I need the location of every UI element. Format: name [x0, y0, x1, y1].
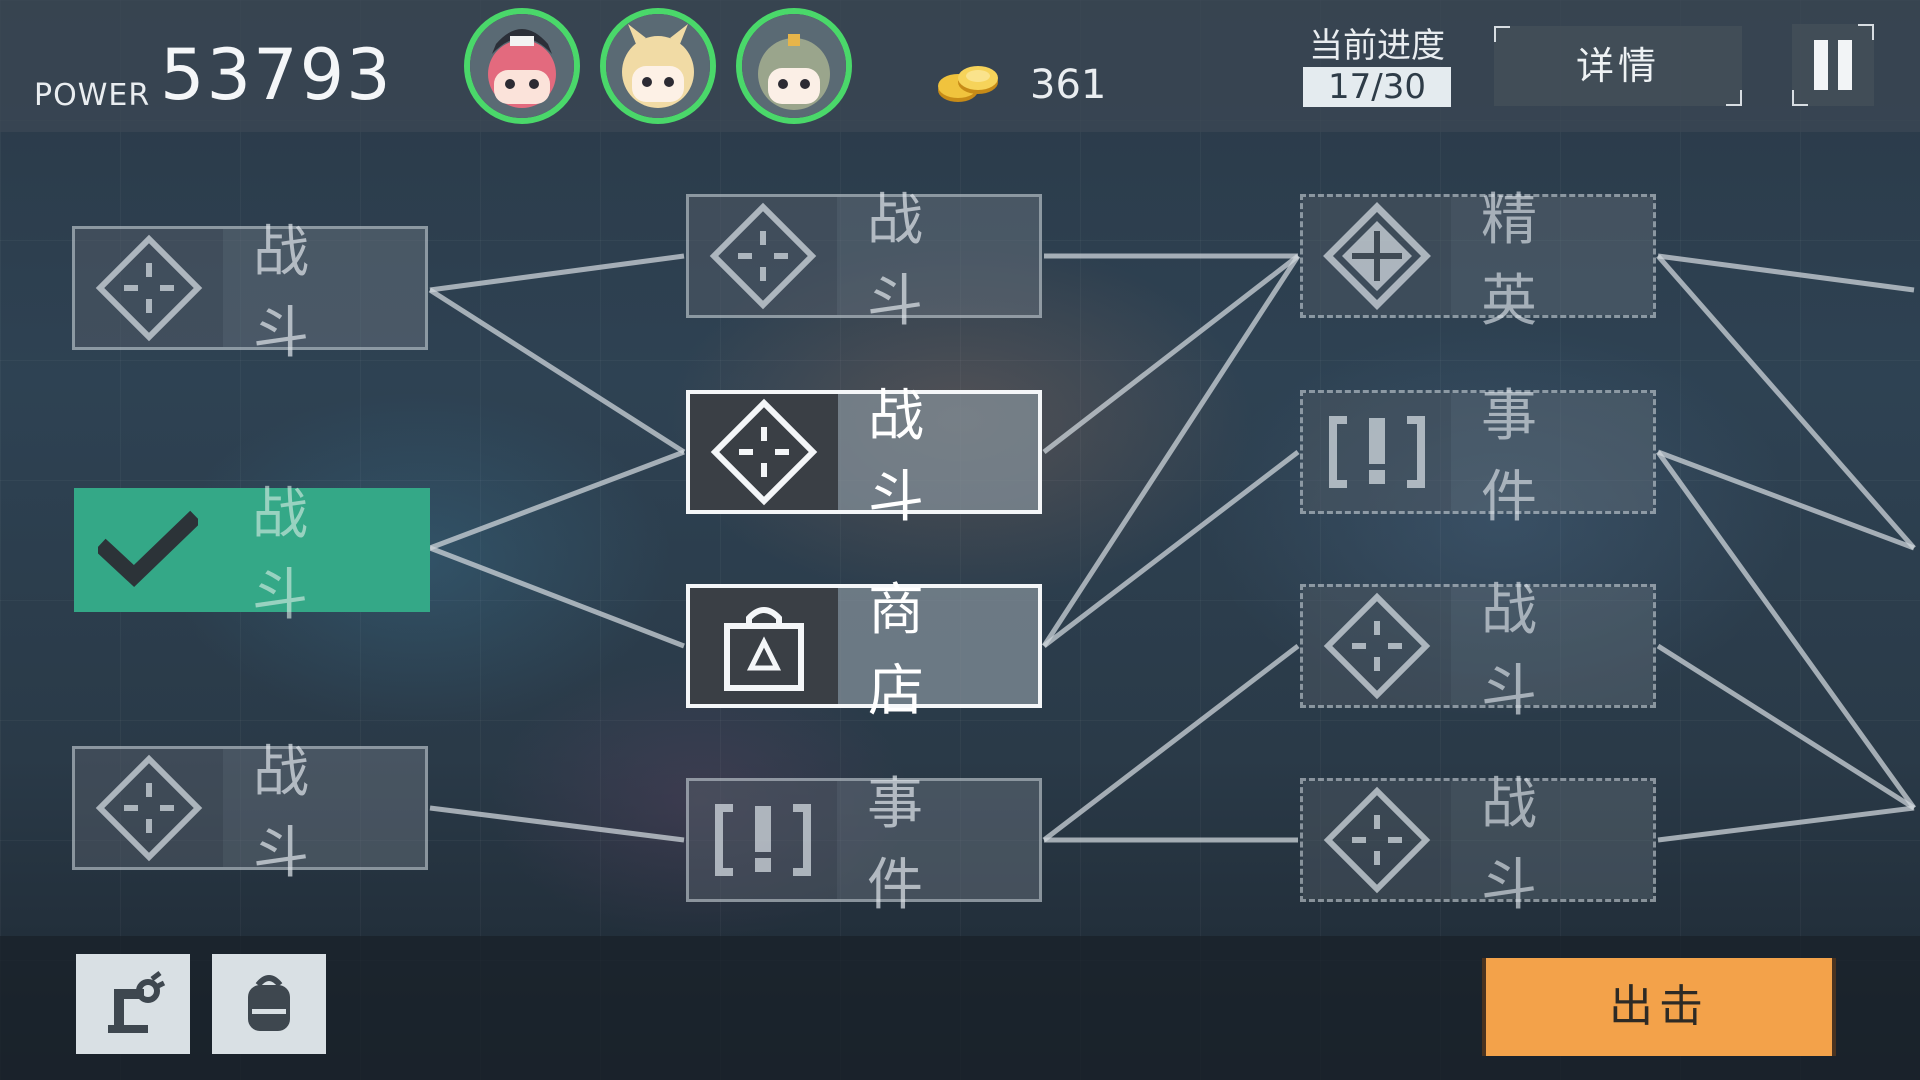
coin-count: 361	[1030, 62, 1107, 108]
route-link	[429, 449, 685, 551]
workshop-button[interactable]	[76, 954, 190, 1054]
route-node-battle[interactable]: 战 斗	[72, 740, 428, 886]
route-node-battle[interactable]: 战 斗	[72, 220, 428, 366]
route-node-battle[interactable]: 战 斗	[686, 188, 1042, 334]
route-node-label: 战 斗	[223, 740, 425, 886]
route-node-battle[interactable]: 战 斗	[1300, 578, 1656, 724]
power-value: 53793	[160, 34, 393, 116]
robot-arm-icon	[108, 971, 166, 1033]
route-node-label: 战 斗	[252, 482, 342, 628]
route-node-label: 战 斗	[1451, 578, 1653, 724]
progress-label: 当前进度	[1309, 26, 1445, 66]
route-link	[1042, 450, 1300, 648]
route-node-label: 事 件	[1451, 384, 1653, 530]
crosshair-diamond-icon	[75, 749, 223, 867]
sortie-button-label: 出击	[1609, 981, 1709, 1032]
checkmark-icon	[74, 488, 222, 612]
route-node-battle[interactable]: 战 斗	[1300, 772, 1656, 918]
route-node-label: 战 斗	[838, 384, 1038, 530]
route-node-label: 战 斗	[837, 188, 1039, 334]
route-node-battle[interactable]: 战 斗	[74, 482, 430, 628]
route-node-label: 精 英	[1451, 188, 1653, 334]
crosshair-diamond-icon	[1303, 587, 1451, 705]
details-button[interactable]: 详情	[1494, 26, 1742, 106]
team-avatar-2[interactable]	[600, 8, 716, 124]
game-screen: POWER 53793 361 当前进度 17/30 详情 战 斗 战 斗 战 …	[0, 0, 1920, 1080]
route-node-label: 事 件	[837, 772, 1039, 918]
route-link	[429, 805, 685, 843]
sortie-button[interactable]: 出击	[1482, 958, 1836, 1056]
route-link	[428, 287, 686, 455]
route-link	[429, 545, 685, 649]
crosshair-diamond-icon	[75, 229, 223, 347]
elite-diamond-icon	[1303, 197, 1451, 315]
crosshair-diamond-icon	[689, 197, 837, 315]
pause-icon	[1814, 40, 1828, 90]
exclamation-bracket-icon	[689, 781, 837, 899]
team-avatar-3[interactable]	[736, 8, 852, 124]
route-link	[1657, 253, 1915, 293]
route-link	[1041, 254, 1301, 648]
power-label: POWER	[34, 78, 151, 113]
pause-button[interactable]	[1792, 24, 1874, 106]
route-node-shop[interactable]: 商 店	[686, 578, 1042, 724]
route-node-label: 战 斗	[1451, 772, 1653, 918]
crosshair-diamond-icon	[1303, 781, 1451, 899]
pause-icon-bar	[1838, 40, 1852, 90]
details-button-label: 详情	[1575, 44, 1660, 88]
route-node-event[interactable]: 事 件	[1300, 384, 1656, 530]
backpack-icon	[248, 975, 290, 1031]
route-link	[1042, 644, 1300, 842]
route-node-label: 商 店	[838, 578, 1038, 724]
shopping-bag-icon	[690, 588, 838, 704]
coin-icon	[934, 60, 1004, 108]
route-node-elite[interactable]: 精 英	[1300, 188, 1656, 334]
crosshair-diamond-icon	[690, 394, 838, 510]
route-link	[1657, 805, 1915, 843]
route-node-event[interactable]: 事 件	[686, 772, 1042, 918]
exclamation-bracket-icon	[1303, 393, 1451, 511]
route-link	[429, 253, 685, 293]
progress-value: 17/30	[1303, 67, 1451, 107]
route-node-battle[interactable]: 战 斗	[686, 384, 1042, 530]
route-node-label: 战 斗	[223, 220, 425, 366]
team-avatar-1[interactable]	[464, 8, 580, 124]
route-link	[1657, 449, 1915, 551]
route-link	[1656, 643, 1916, 811]
route-link	[1042, 254, 1300, 454]
inventory-button[interactable]	[212, 954, 326, 1054]
